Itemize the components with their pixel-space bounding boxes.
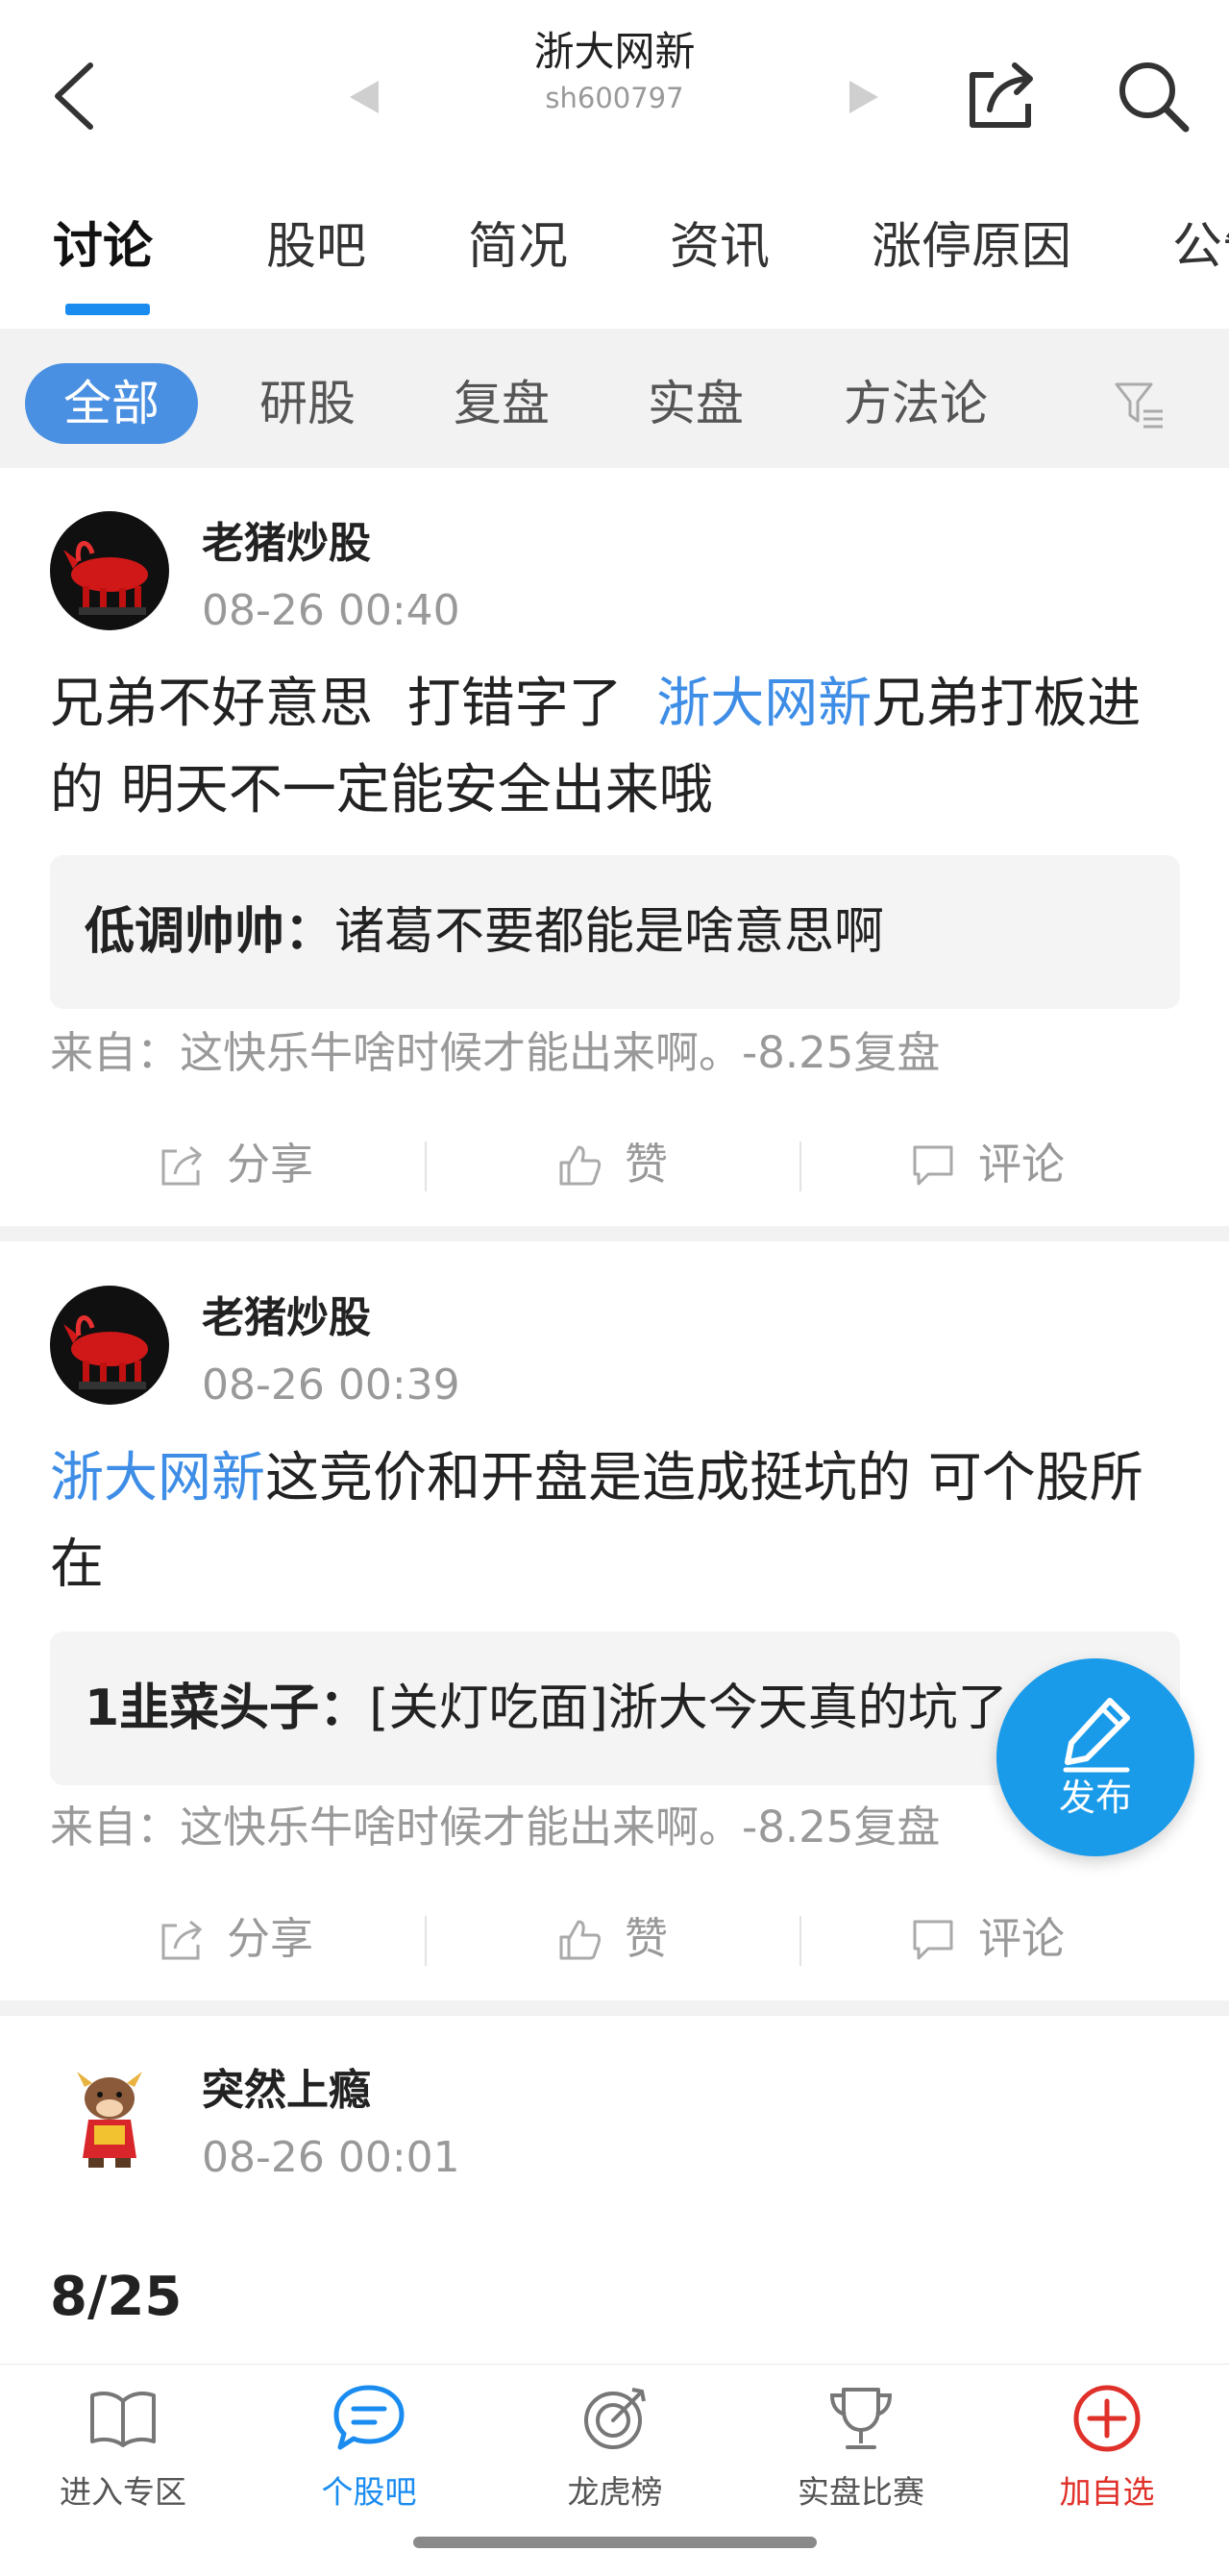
next-stock-icon[interactable]: [849, 81, 878, 113]
quote-text: [关灯吃面]浙大今天真的坑了: [369, 1680, 1008, 1737]
post-username[interactable]: 老猪炒股: [202, 1289, 371, 1347]
filter-review[interactable]: 复盘: [454, 363, 550, 444]
filter-real-trade[interactable]: 实盘: [648, 363, 744, 444]
thumbs-up-icon: [559, 1145, 602, 1186]
post-time: 08-26 00:01: [202, 2133, 460, 2182]
like-label: 赞: [625, 1913, 669, 1964]
quote-text: 诸葛不要都能是啥意思啊: [334, 903, 885, 961]
top-header: 浙大网新 sh600797: [0, 0, 1229, 183]
post-card: 老猪炒股 08-26 00:39 浙大网新这竞价和开盘是造成挺坑的 可个股所在 …: [0, 1243, 1229, 2004]
bull-avatar-icon: [50, 1286, 169, 1405]
avatar[interactable]: [50, 2058, 169, 2177]
share-icon: [161, 1145, 203, 1186]
post-source[interactable]: 来自：这快乐牛啥时候才能出来啊。-8.25复盘: [50, 1799, 940, 1856]
chat-icon: [333, 2385, 405, 2450]
tab-discussion[interactable]: 讨论: [53, 213, 153, 281]
filter-methodology[interactable]: 方法论: [844, 363, 988, 444]
post-body[interactable]: 兄弟不好意思 打错字了 浙大网新兄弟打板进的 明天不一定能安全出来哦: [50, 661, 1184, 834]
post-separator: [0, 2000, 1229, 2016]
active-tab-indicator: [65, 304, 150, 315]
nav-add-watchlist[interactable]: 加自选: [984, 2382, 1229, 2526]
thumbs-up-icon: [559, 1920, 602, 1960]
post-actions: 分享 赞 评论: [0, 1901, 1229, 1977]
like-button[interactable]: 赞: [557, 1126, 692, 1203]
bull-avatar-icon: [50, 511, 169, 630]
post-time: 08-26 00:40: [202, 586, 460, 635]
filter-icon[interactable]: [1113, 379, 1167, 432]
publish-label: 发布: [1058, 1777, 1132, 1819]
post-separator: [0, 1226, 1229, 1241]
post-card: 老猪炒股 08-26 00:40 兄弟不好意思 打错字了 浙大网新兄弟打板进的 …: [0, 469, 1229, 1230]
share-button[interactable]: 分享: [160, 1126, 332, 1203]
quote-author: 低调帅帅：: [85, 903, 335, 961]
comment-icon: [913, 1920, 953, 1960]
nav-stock-bar[interactable]: 个股吧: [246, 2382, 492, 2526]
nav-trading-contest[interactable]: 实盘比赛: [738, 2382, 984, 2526]
share-label: 分享: [227, 1913, 314, 1964]
nav-label: 进入专区: [60, 2473, 186, 2511]
quoted-reply[interactable]: 低调帅帅：诸葛不要都能是啥意思啊: [50, 855, 1180, 1009]
tab-guba[interactable]: 股吧: [266, 213, 366, 281]
stock-code: sh600797: [545, 82, 684, 114]
tab-announcement[interactable]: 公告: [1172, 213, 1229, 281]
post-body[interactable]: 浙大网新这竞价和开盘是造成挺坑的 可个股所在: [50, 1435, 1184, 1608]
filter-bar: 全部 研股 复盘 实盘 方法论: [0, 329, 1229, 468]
share-button[interactable]: 分享: [160, 1901, 332, 1977]
comment-label: 评论: [978, 1139, 1066, 1190]
nav-dragon-tiger[interactable]: 龙虎榜: [492, 2382, 738, 2526]
book-icon: [90, 2392, 156, 2447]
stock-name: 浙大网新: [533, 28, 696, 75]
post-username[interactable]: 老猪炒股: [202, 515, 371, 573]
tab-overview[interactable]: 简况: [468, 213, 568, 281]
search-icon[interactable]: [1113, 56, 1193, 136]
pen-icon: [1063, 1698, 1130, 1773]
main-tabs: 讨论 股吧 简况 资讯 涨停原因 公告: [0, 192, 1229, 327]
post-username[interactable]: 突然上瘾: [202, 2062, 371, 2120]
tab-news[interactable]: 资讯: [670, 213, 770, 281]
nav-label: 实盘比赛: [798, 2473, 924, 2511]
avatar[interactable]: [50, 511, 169, 630]
add-circle-icon: [1073, 2385, 1141, 2452]
cartoon-ox-avatar-icon: [50, 2058, 169, 2177]
nav-label: 个股吧: [321, 2473, 417, 2511]
stock-link[interactable]: 浙大网新: [50, 1447, 265, 1509]
divider: [799, 1916, 801, 1966]
home-indicator[interactable]: [413, 2537, 817, 2548]
stock-link[interactable]: 浙大网新: [656, 673, 872, 735]
target-icon: [584, 2388, 646, 2449]
quote-author: 1韭菜头子：: [85, 1680, 370, 1737]
post-actions: 分享 赞 评论: [0, 1126, 1229, 1203]
filter-all[interactable]: 全部: [25, 363, 198, 444]
divider: [799, 1141, 801, 1191]
nav-enter-zone[interactable]: 进入专区: [0, 2382, 246, 2526]
nav-label: 加自选: [1059, 2473, 1155, 2511]
avatar[interactable]: [50, 1286, 169, 1405]
post-body[interactable]: 8/25: [50, 2254, 1184, 2341]
post-source[interactable]: 来自：这快乐牛啥时候才能出来啊。-8.25复盘: [50, 1024, 940, 1082]
post-card: 突然上瘾 08-26 00:01 8/25: [0, 2016, 1229, 2364]
post-text: 兄弟不好意思 打错字了: [50, 673, 657, 735]
filter-research[interactable]: 研股: [259, 363, 356, 444]
comment-button[interactable]: 评论: [911, 1126, 1084, 1203]
comment-icon: [913, 1145, 953, 1186]
stock-title: 浙大网新 sh600797: [0, 25, 1229, 117]
share-icon: [161, 1920, 203, 1960]
comment-button[interactable]: 评论: [911, 1901, 1084, 1977]
share-label: 分享: [227, 1139, 314, 1190]
divider: [425, 1141, 427, 1191]
share-icon[interactable]: [961, 56, 1042, 136]
nav-label: 龙虎榜: [567, 2473, 663, 2511]
divider: [425, 1916, 427, 1966]
stock-discussion-page: 浙大网新 sh600797 讨论 股吧 简况 资讯 涨停原因 公告 全部 研股 …: [0, 0, 1229, 2576]
comment-label: 评论: [978, 1913, 1066, 1964]
publish-button[interactable]: 发布: [996, 1658, 1194, 1856]
like-button[interactable]: 赞: [557, 1901, 692, 1977]
trophy-icon: [829, 2388, 893, 2449]
like-label: 赞: [625, 1139, 669, 1190]
post-time: 08-26 00:39: [202, 1361, 460, 1410]
tab-limit-up-reason[interactable]: 涨停原因: [872, 213, 1071, 281]
